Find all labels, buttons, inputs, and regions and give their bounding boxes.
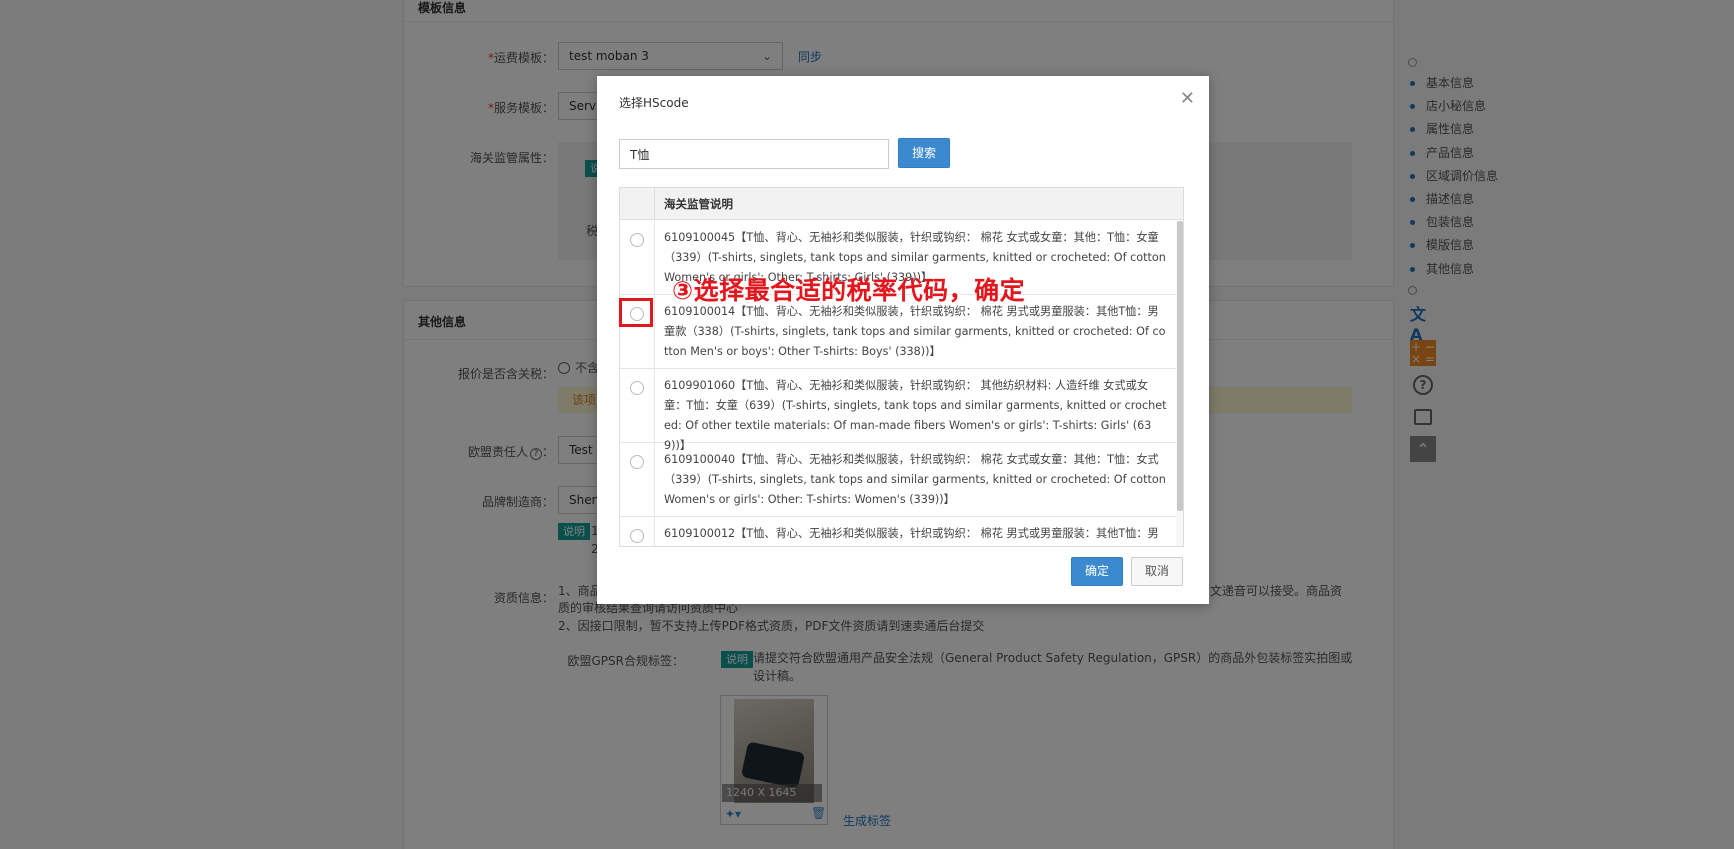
tutorial-annotation: ③选择最合适的税率代码，确定 — [672, 276, 1026, 305]
table-row[interactable]: 6109100040【T恤、背心、无袖衫和类似服装，针织或钩织： 棉花 女式或女… — [620, 443, 1177, 517]
table-row[interactable]: 6109901060【T恤、背心、无袖衫和类似服装，针织或钩织： 其他纺织材料:… — [620, 369, 1177, 452]
radio-button[interactable] — [630, 529, 644, 543]
confirm-button[interactable]: 确定 — [1071, 557, 1123, 586]
radio-button[interactable] — [630, 381, 644, 395]
dialog-title: 选择HScode — [619, 96, 689, 110]
hscode-table: 海关监管说明 6109100045【T恤、背心、无袖衫和类似服装，针织或钩织： … — [619, 187, 1184, 547]
cancel-button[interactable]: 取消 — [1131, 557, 1183, 586]
table-row[interactable]: 6109100012【T恤、背心、无袖衫和类似服装，针织或钩织： 棉花 男式或男… — [620, 517, 1177, 546]
hscode-dialog: 选择HScode ✕ 搜索 海关监管说明 6109100045【T恤、背心、无袖… — [597, 76, 1209, 604]
highlight-box — [619, 298, 653, 327]
hscode-search-input[interactable] — [619, 139, 889, 169]
radio-button[interactable] — [630, 455, 644, 469]
close-icon[interactable]: ✕ — [1180, 88, 1195, 109]
page: 模板信息 *运费模板： test moban 3⌄ 同步 *服务模板： Serv… — [0, 0, 1734, 849]
scrollbar-thumb[interactable] — [1177, 221, 1183, 511]
row-text: 6109100040【T恤、背心、无袖衫和类似服装，针织或钩织： 棉花 女式或女… — [664, 453, 1166, 506]
row-text: 6109100014【T恤、背心、无袖衫和类似服装，针织或钩织： 棉花 男式或男… — [664, 305, 1166, 358]
table-header: 海关监管说明 — [620, 188, 1183, 220]
search-button[interactable]: 搜索 — [898, 138, 950, 168]
column-header-customs: 海关监管说明 — [664, 197, 733, 211]
row-text: 6109100012【T恤、背心、无袖衫和类似服装，针织或钩织： 棉花 男式或男… — [664, 527, 1159, 540]
radio-button[interactable] — [630, 233, 644, 247]
table-scrollbar[interactable] — [1176, 221, 1183, 546]
